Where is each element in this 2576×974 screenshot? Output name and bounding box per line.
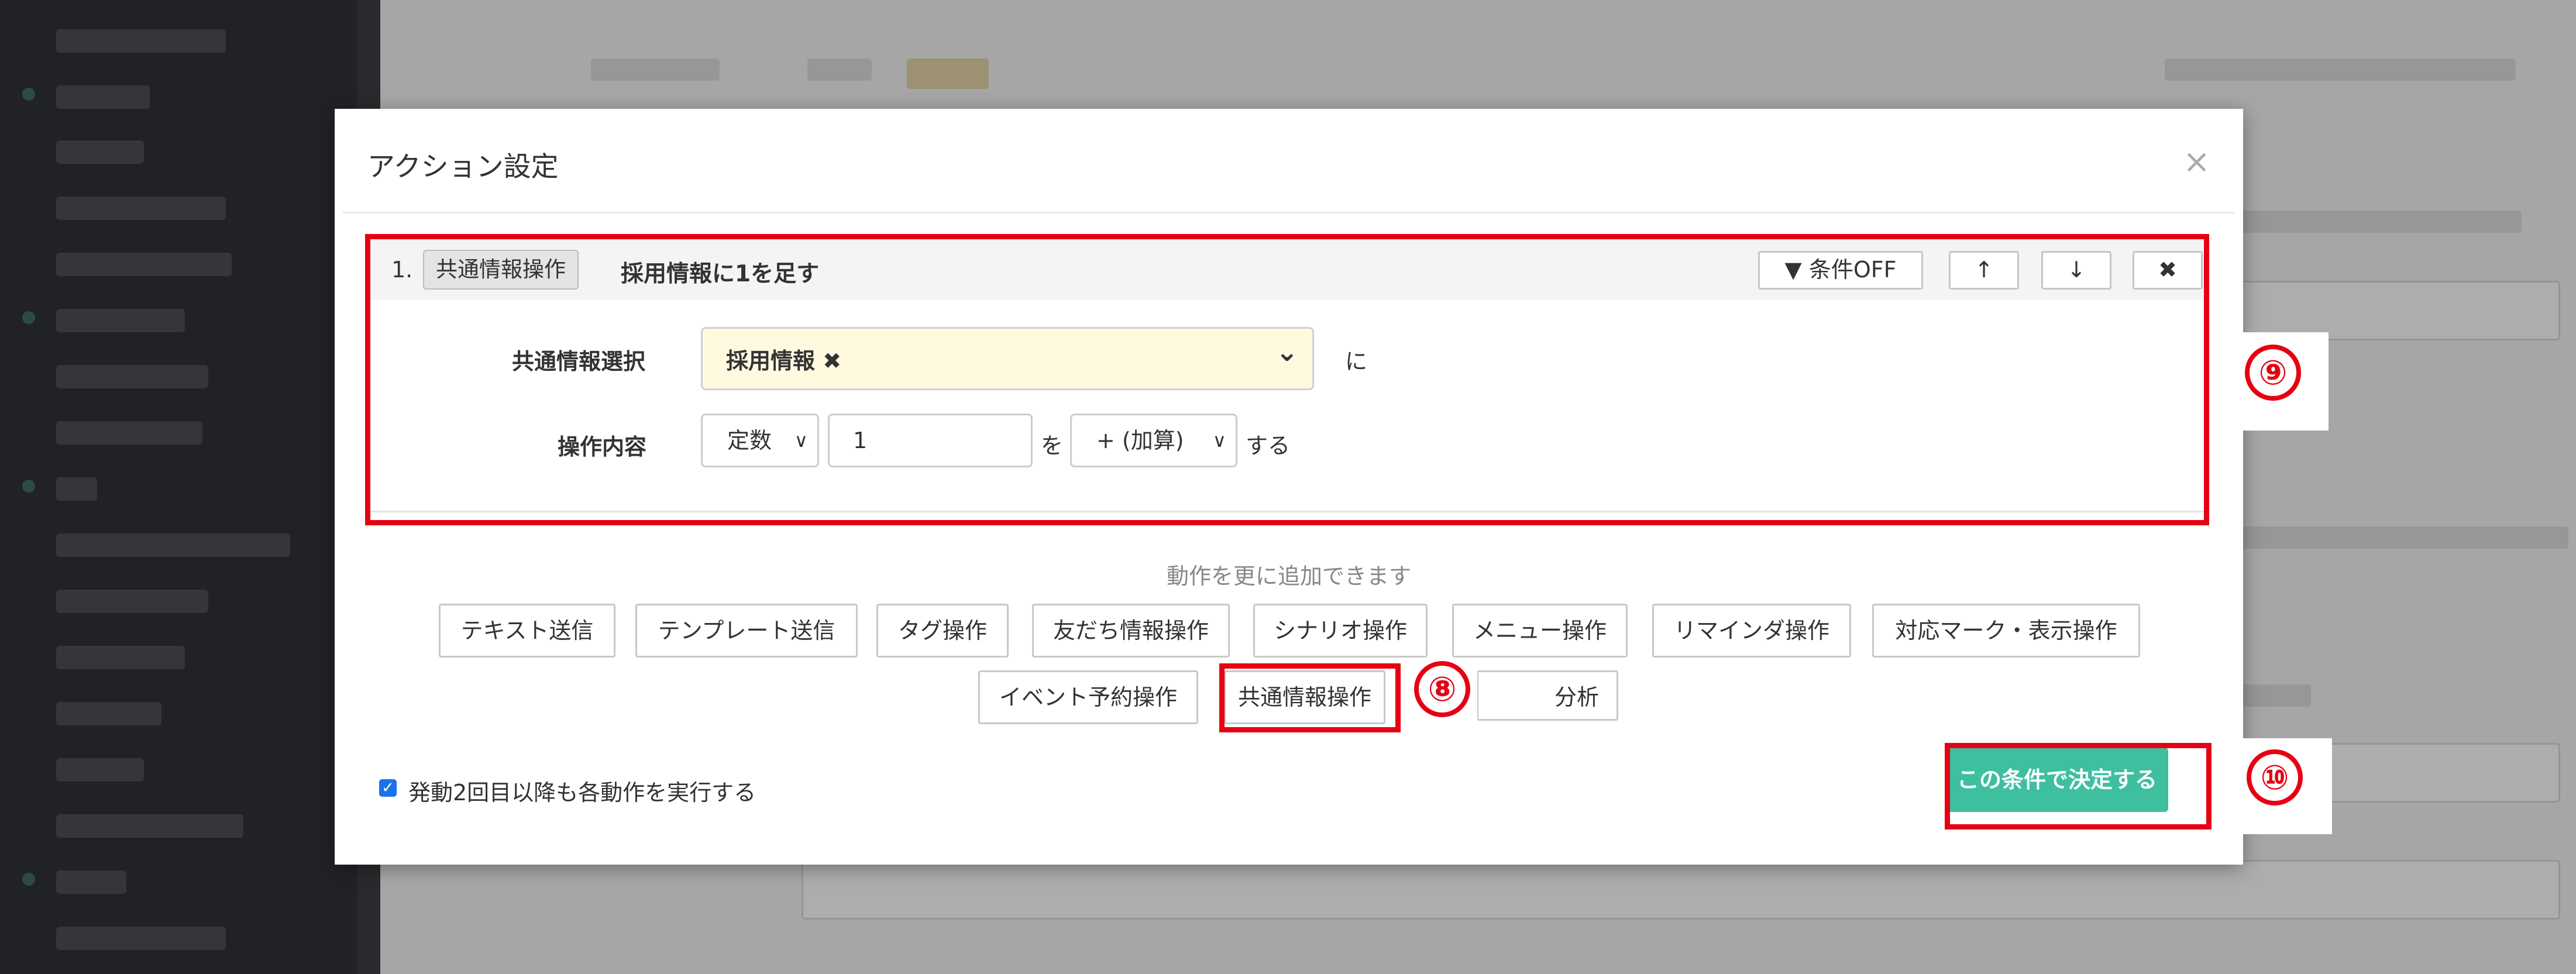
add-scenario-button[interactable]: シナリオ操作	[1253, 604, 1428, 658]
annotation-9-label: ⑨	[2245, 345, 2301, 401]
close-icon[interactable]: ×	[2183, 143, 2210, 181]
add-reminder-button[interactable]: リマインダ操作	[1652, 604, 1851, 658]
add-template-send-button[interactable]: テンプレート送信	[635, 604, 858, 658]
repeat-actions-checkbox[interactable]: ✓	[379, 779, 397, 797]
add-event-reservation-button[interactable]: イベント予約操作	[978, 670, 1198, 724]
add-analysis-button[interactable]: 分析	[1477, 670, 1618, 721]
modal-title: アクション設定	[367, 151, 559, 183]
highlight-box-9	[365, 234, 2209, 525]
annotation-9: ⑨	[2217, 332, 2329, 431]
check-icon: ✓	[381, 779, 394, 797]
add-action-hint: 動作を更に追加できます	[1166, 563, 1411, 589]
annotation-8-label: ⑧	[1414, 661, 1470, 717]
modal-divider	[343, 212, 2235, 214]
add-tag-operation-button[interactable]: タグ操作	[876, 604, 1009, 658]
add-friend-info-button[interactable]: 友だち情報操作	[1032, 604, 1230, 658]
annotation-10-label: ⑩	[2247, 749, 2303, 806]
highlight-box-10	[1945, 743, 2212, 830]
highlight-box-8	[1219, 663, 1401, 732]
annotation-10: ⑩	[2217, 738, 2332, 834]
add-mark-display-button[interactable]: 対応マーク・表示操作	[1872, 604, 2140, 658]
annotation-8: ⑧	[1407, 661, 1477, 728]
add-menu-button[interactable]: メニュー操作	[1452, 604, 1628, 658]
add-text-send-button[interactable]: テキスト送信	[439, 604, 615, 658]
repeat-actions-label: 発動2回目以降も各動作を実行する	[408, 780, 756, 806]
